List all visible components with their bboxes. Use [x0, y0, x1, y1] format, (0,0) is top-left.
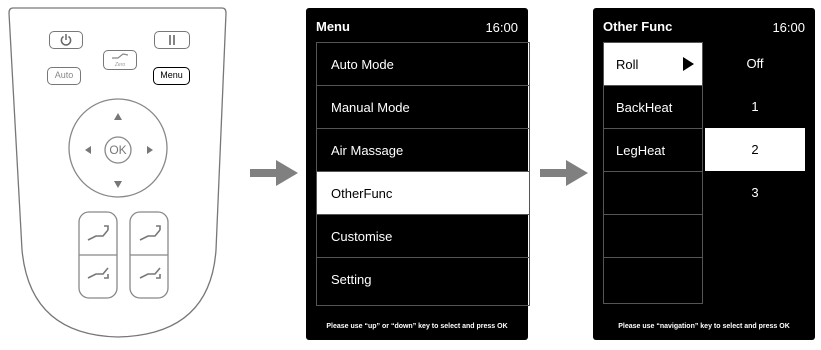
menu-list: Auto Mode Manual Mode Air Massage OtherF… — [316, 42, 530, 306]
menu-item-manual-mode[interactable]: Manual Mode — [317, 86, 529, 129]
menu-item-auto-mode[interactable]: Auto Mode — [317, 43, 529, 86]
menu-screen-hint: Please use “up” or “down” key to select … — [326, 323, 508, 330]
menu-item-setting[interactable]: Setting — [317, 258, 529, 301]
auto-button[interactable]: Auto — [47, 67, 81, 85]
other-func-screen-time: 16:00 — [772, 20, 805, 35]
function-list: Roll BackHeat LegHeat — [603, 42, 703, 304]
function-item-legheat[interactable]: LegHeat — [604, 129, 702, 172]
other-func-screen-hint: Please use “navigation” key to select an… — [618, 323, 790, 330]
function-item-roll[interactable]: Roll — [604, 43, 702, 86]
menu-button[interactable]: Menu — [153, 67, 190, 85]
function-item-backheat[interactable]: BackHeat — [604, 86, 702, 129]
value-option-2[interactable]: 2 — [705, 128, 805, 171]
pause-button[interactable] — [154, 31, 190, 49]
pause-icon — [169, 35, 175, 45]
other-func-screen: Other Func 16:00 Roll BackHeat LegHeat O… — [593, 8, 815, 340]
power-icon — [60, 34, 72, 46]
function-item-label: Roll — [616, 57, 639, 72]
play-arrow-icon — [683, 57, 694, 71]
value-option-3[interactable]: 3 — [705, 171, 805, 214]
menu-item-customise[interactable]: Customise — [317, 215, 529, 258]
menu-screen: Menu 16:00 Auto Mode Manual Mode Air Mas… — [306, 8, 530, 340]
flow-arrow-icon — [540, 160, 588, 186]
flow-arrow-icon — [250, 160, 298, 186]
menu-screen-time: 16:00 — [485, 20, 518, 35]
function-item-empty — [604, 215, 702, 258]
zero-gravity-icon — [112, 53, 129, 59]
menu-screen-title: Menu — [316, 19, 350, 34]
zero-gravity-label: Zero — [114, 62, 126, 68]
remote-control: Zero Auto Menu OK — [0, 0, 230, 345]
ok-label: OK — [109, 143, 127, 157]
value-option-off[interactable]: Off — [705, 42, 805, 85]
menu-item-air-massage[interactable]: Air Massage — [317, 129, 529, 172]
zero-gravity-button[interactable]: Zero — [103, 50, 137, 70]
function-item-empty — [604, 172, 702, 215]
function-item-empty — [604, 258, 702, 301]
menu-item-otherfunc[interactable]: OtherFunc — [317, 172, 529, 215]
menu-label: Menu — [160, 70, 183, 80]
other-func-screen-title: Other Func — [603, 19, 673, 34]
value-option-1[interactable]: 1 — [705, 85, 805, 128]
auto-label: Auto — [54, 70, 74, 80]
power-button[interactable] — [49, 31, 83, 49]
ok-button[interactable]: OK — [106, 138, 130, 162]
